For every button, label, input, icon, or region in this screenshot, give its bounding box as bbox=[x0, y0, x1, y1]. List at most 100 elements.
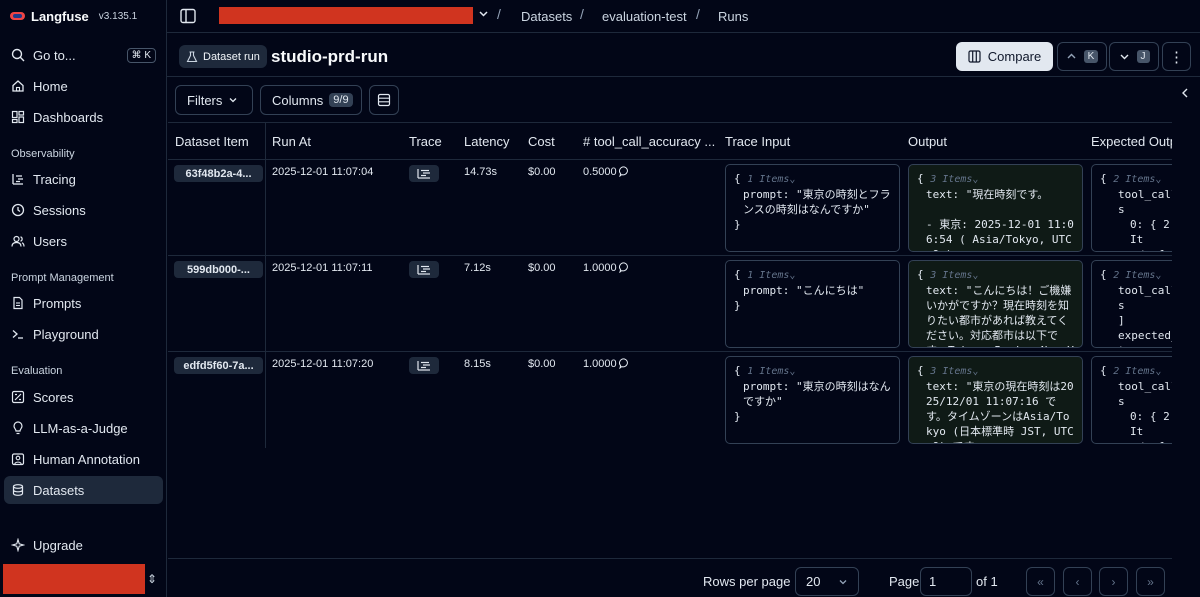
next-page-button[interactable]: › bbox=[1099, 567, 1128, 596]
sidebar-item-llm-as-a-judge[interactable]: LLM-as-a-Judge bbox=[4, 414, 163, 442]
dataset-item-id[interactable]: edfd5f60-7a... bbox=[174, 357, 263, 374]
next-key-chip: J bbox=[1136, 50, 1150, 63]
json-line: ] bbox=[1118, 314, 1125, 327]
upgrade-button[interactable]: Upgrade bbox=[4, 531, 163, 559]
trace-list-icon[interactable] bbox=[409, 261, 439, 278]
trace-list-icon[interactable] bbox=[409, 357, 439, 374]
column-header-trace[interactable]: Trace bbox=[409, 123, 459, 160]
output-json[interactable]: { 3 Items⌄ text: "現在時刻です。 - 東京: 2025-12-… bbox=[908, 164, 1083, 252]
output-json[interactable]: { 3 Items⌄ text: "東京の現在時刻は2025/12/01 11:… bbox=[908, 356, 1083, 444]
json-line: text: "現在時刻です。 bbox=[926, 188, 1049, 201]
json-item-count: 1 Items bbox=[747, 174, 790, 185]
dataset-item-id[interactable]: 63f48b2a-4... bbox=[174, 165, 263, 182]
sidebar-item-tracing[interactable]: Tracing bbox=[4, 165, 163, 193]
json-line: prompt: "東京の時刻はなんですか" bbox=[743, 380, 891, 408]
sidebar-item-home[interactable]: Home bbox=[4, 72, 163, 100]
column-header-run-at[interactable]: Run At bbox=[272, 123, 402, 160]
sidebar-item-scores[interactable]: Scores bbox=[4, 383, 163, 411]
comment-icon[interactable] bbox=[618, 358, 630, 369]
annotation-icon bbox=[11, 453, 25, 466]
json-item-count: 1 Items bbox=[747, 270, 790, 281]
score-cell: 0.5000 bbox=[583, 166, 630, 178]
sidebar-item-label: Tracing bbox=[33, 171, 76, 187]
previous-page-button[interactable]: ‹ bbox=[1063, 567, 1092, 596]
column-header-trace-input[interactable]: Trace Input bbox=[725, 123, 895, 160]
dataset-item-id[interactable]: 599db000-... bbox=[174, 261, 263, 278]
trace-input-json[interactable]: { 1 Items⌄ prompt: "東京の時刻はなんですか" } bbox=[725, 356, 900, 444]
trace-list-icon[interactable] bbox=[409, 165, 439, 182]
compare-button[interactable]: Compare bbox=[956, 42, 1053, 71]
file-icon bbox=[13, 296, 23, 310]
tracing-icon bbox=[12, 174, 23, 185]
chevron-down-icon bbox=[229, 98, 237, 103]
trace-input-json[interactable]: { 1 Items⌄ prompt: "こんにちは" } bbox=[725, 260, 900, 348]
column-header-tool-call-accuracy[interactable]: # tool_call_accuracy ... bbox=[583, 123, 719, 160]
chevron-down-icon[interactable] bbox=[478, 8, 489, 22]
sidebar-item-human-annotation[interactable]: Human Annotation bbox=[4, 445, 163, 473]
breadcrumb-runs[interactable]: Runs bbox=[718, 9, 748, 24]
sidebar-item-sessions[interactable]: Sessions bbox=[4, 196, 163, 224]
comment-icon[interactable] bbox=[618, 166, 630, 177]
page-number-input[interactable]: 1 bbox=[920, 567, 972, 596]
trace-input-json[interactable]: { 1 Items⌄ prompt: "東京の時刻とフランスの時刻はなんですか"… bbox=[725, 164, 900, 252]
sidebar-toggle-icon[interactable] bbox=[179, 7, 197, 25]
columns-count: 9/9 bbox=[329, 93, 353, 107]
sidebar-item-prompts[interactable]: Prompts bbox=[4, 289, 163, 317]
sidebar-item-label: Prompts bbox=[33, 295, 82, 311]
chevrons-updown-icon[interactable]: ⇕ bbox=[147, 572, 157, 586]
first-page-button[interactable]: « bbox=[1026, 567, 1055, 596]
json-line: expected_to bbox=[1118, 329, 1172, 347]
json-line: tool_calls bbox=[1118, 380, 1172, 408]
expected-output-json[interactable]: { 2 Items⌄ tool_calls 0: { 2 It tool_na … bbox=[1091, 356, 1172, 444]
brand-version: v3.135.1 bbox=[98, 10, 138, 22]
more-vertical-icon[interactable]: ⋮ bbox=[1162, 42, 1191, 71]
goto-shortcut: ⌘ K bbox=[126, 47, 156, 63]
redacted-user-menu[interactable] bbox=[3, 564, 145, 594]
breadcrumb-separator: / bbox=[580, 6, 584, 22]
home-icon bbox=[12, 80, 24, 92]
page-title: studio-prd-run bbox=[271, 47, 389, 66]
breadcrumb-separator: / bbox=[497, 6, 501, 22]
chevron-left-icon: ‹ bbox=[1075, 574, 1080, 589]
column-header-dataset-item[interactable]: Dataset Item bbox=[175, 123, 265, 160]
sidebar-item-users[interactable]: Users bbox=[4, 227, 163, 255]
chevron-left-icon[interactable] bbox=[1180, 87, 1190, 102]
breadcrumb-datasets[interactable]: Datasets bbox=[521, 9, 572, 24]
column-header-output[interactable]: Output bbox=[908, 123, 1078, 160]
sidebar-item-playground[interactable]: Playground bbox=[4, 320, 163, 348]
brand[interactable]: Langfuse v3.135.1 bbox=[10, 8, 137, 24]
output-json[interactable]: { 3 Items⌄ text: "こんにちは！ご機嫌いかがですか？現在時刻を知… bbox=[908, 260, 1083, 348]
column-header-expected-output[interactable]: Expected Output bbox=[1091, 123, 1172, 160]
sidebar-item-label: Dashboards bbox=[33, 109, 104, 125]
next-run-button[interactable]: J bbox=[1109, 42, 1159, 71]
terminal-icon bbox=[12, 330, 23, 339]
rows-per-page-select[interactable]: 20 bbox=[795, 567, 859, 596]
json-line: - 東京: 2025-12-01 11:06:54 ( Asia/Tokyo, … bbox=[926, 218, 1074, 251]
sidebar-item-label: LLM-as-a-Judge bbox=[33, 420, 128, 436]
expected-output-json[interactable]: { 2 Items⌄ tool_calls ] expected_to : 0 bbox=[1091, 260, 1172, 348]
comment-icon[interactable] bbox=[618, 262, 630, 273]
breadcrumb-separator: / bbox=[696, 6, 700, 22]
chevrons-left-icon: « bbox=[1037, 574, 1044, 589]
goto-search[interactable]: Go to... ⌘ K bbox=[4, 41, 163, 69]
column-header-latency[interactable]: Latency bbox=[464, 123, 522, 160]
sidebar-item-label: Users bbox=[33, 233, 67, 249]
run-at-cell: 2025-12-01 11:07:11 bbox=[272, 262, 373, 274]
breadcrumb-dataset-name[interactable]: evaluation-test bbox=[602, 9, 687, 24]
expected-output-json[interactable]: { 2 Items⌄ tool_calls 0: { 2 It tool_na … bbox=[1091, 164, 1172, 252]
sidebar-item-dashboards[interactable]: Dashboards bbox=[4, 103, 163, 131]
json-line: 0: { 2 It bbox=[1130, 218, 1170, 246]
row-height-button[interactable] bbox=[369, 85, 399, 115]
filters-button[interactable]: Filters bbox=[175, 85, 253, 115]
columns-button[interactable]: Columns 9/9 bbox=[260, 85, 362, 115]
column-header-cost[interactable]: Cost bbox=[528, 123, 578, 160]
previous-run-button[interactable]: K bbox=[1057, 42, 1107, 71]
section-prompt-management: Prompt Management bbox=[11, 272, 114, 284]
redacted-project-selector[interactable] bbox=[219, 7, 473, 24]
sidebar-item-datasets[interactable]: Datasets bbox=[4, 476, 163, 504]
sidebar-item-label: Scores bbox=[33, 389, 74, 405]
compare-label: Compare bbox=[987, 49, 1042, 64]
latency-cell: 14.73s bbox=[464, 166, 498, 178]
rows-per-page-label: Rows per page bbox=[703, 574, 791, 589]
last-page-button[interactable]: » bbox=[1136, 567, 1165, 596]
